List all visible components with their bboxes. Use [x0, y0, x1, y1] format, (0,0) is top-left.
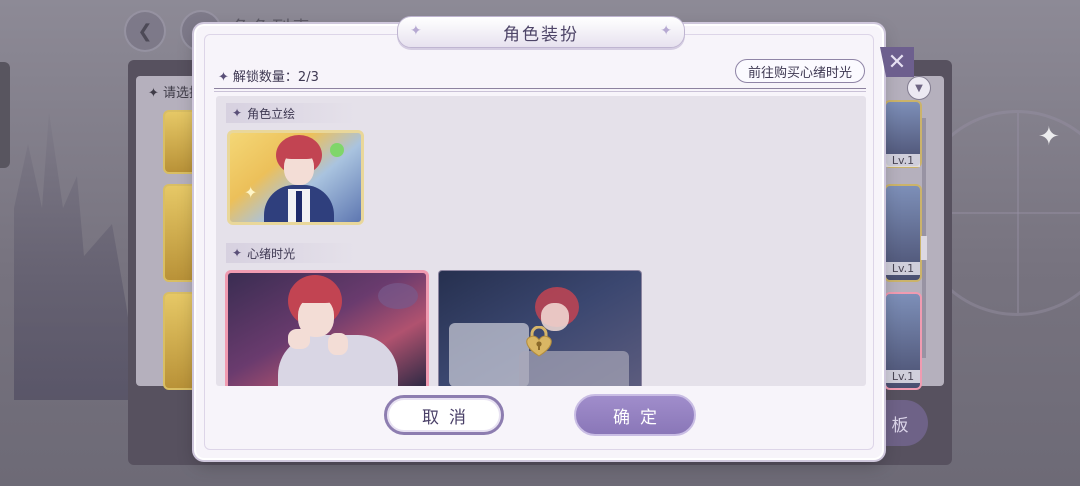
section-title: 角色立绘 [247, 106, 296, 121]
star-icon: ✦ [410, 23, 422, 39]
potion-icon [330, 143, 344, 157]
sparkle-icon: ✦ [1038, 122, 1060, 152]
left-edge-tab[interactable] [0, 62, 10, 168]
illustration-part [296, 191, 302, 222]
star-icon: ✦ [660, 23, 672, 39]
back-button[interactable]: ❮ [124, 10, 166, 52]
buy-memory-button[interactable]: 前往购买心绪时光 [735, 59, 865, 83]
section-label-memory: ✦ 心绪时光 [226, 243, 356, 263]
level-label: Lv.1 [886, 262, 920, 275]
unlock-label: 解锁数量： [232, 70, 298, 85]
modal-title: 角色装扮 [503, 24, 579, 45]
list-scrollbar-thumb[interactable] [921, 236, 927, 260]
section-label-portrait: ✦ 角色立绘 [226, 103, 356, 123]
list-hint: ✦ 请选择 [148, 86, 203, 101]
section-title: 心绪时光 [247, 246, 296, 261]
illustration-part [280, 141, 318, 159]
divider [214, 91, 866, 92]
unlock-count: 2/3 [297, 70, 319, 85]
illustration-part [449, 323, 529, 386]
modal-title-banner: ✦ 角色装扮 ✦ [397, 16, 685, 48]
level-label: Lv.1 [886, 370, 920, 383]
illustration-part [328, 333, 348, 355]
confirm-button[interactable]: 确定 [574, 394, 696, 436]
sparkle-icon: ✦ [244, 183, 258, 202]
star-icon: ✦ [232, 246, 243, 260]
level-label: Lv.1 [886, 154, 920, 167]
cancel-button[interactable]: 取消 [384, 395, 504, 435]
side-action-label: 板 [891, 415, 909, 436]
portrait-card[interactable]: ✦ [227, 130, 364, 225]
close-icon: ✕ [887, 49, 907, 75]
illustration-part [378, 283, 418, 309]
unlock-count-row: ✦ 解锁数量：2/3 [218, 66, 319, 85]
dropdown-arrow-icon[interactable]: ▼ [907, 76, 931, 100]
illustration-part [290, 281, 340, 303]
memory-card-selected[interactable] [225, 270, 429, 386]
lock-icon [526, 326, 552, 357]
background-castle [14, 112, 140, 400]
illustration-part [288, 329, 310, 349]
star-icon: ✦ [232, 106, 243, 120]
back-arrow-icon: ❮ [137, 20, 153, 42]
star-icon: ✦ [218, 70, 229, 85]
divider [214, 88, 866, 89]
